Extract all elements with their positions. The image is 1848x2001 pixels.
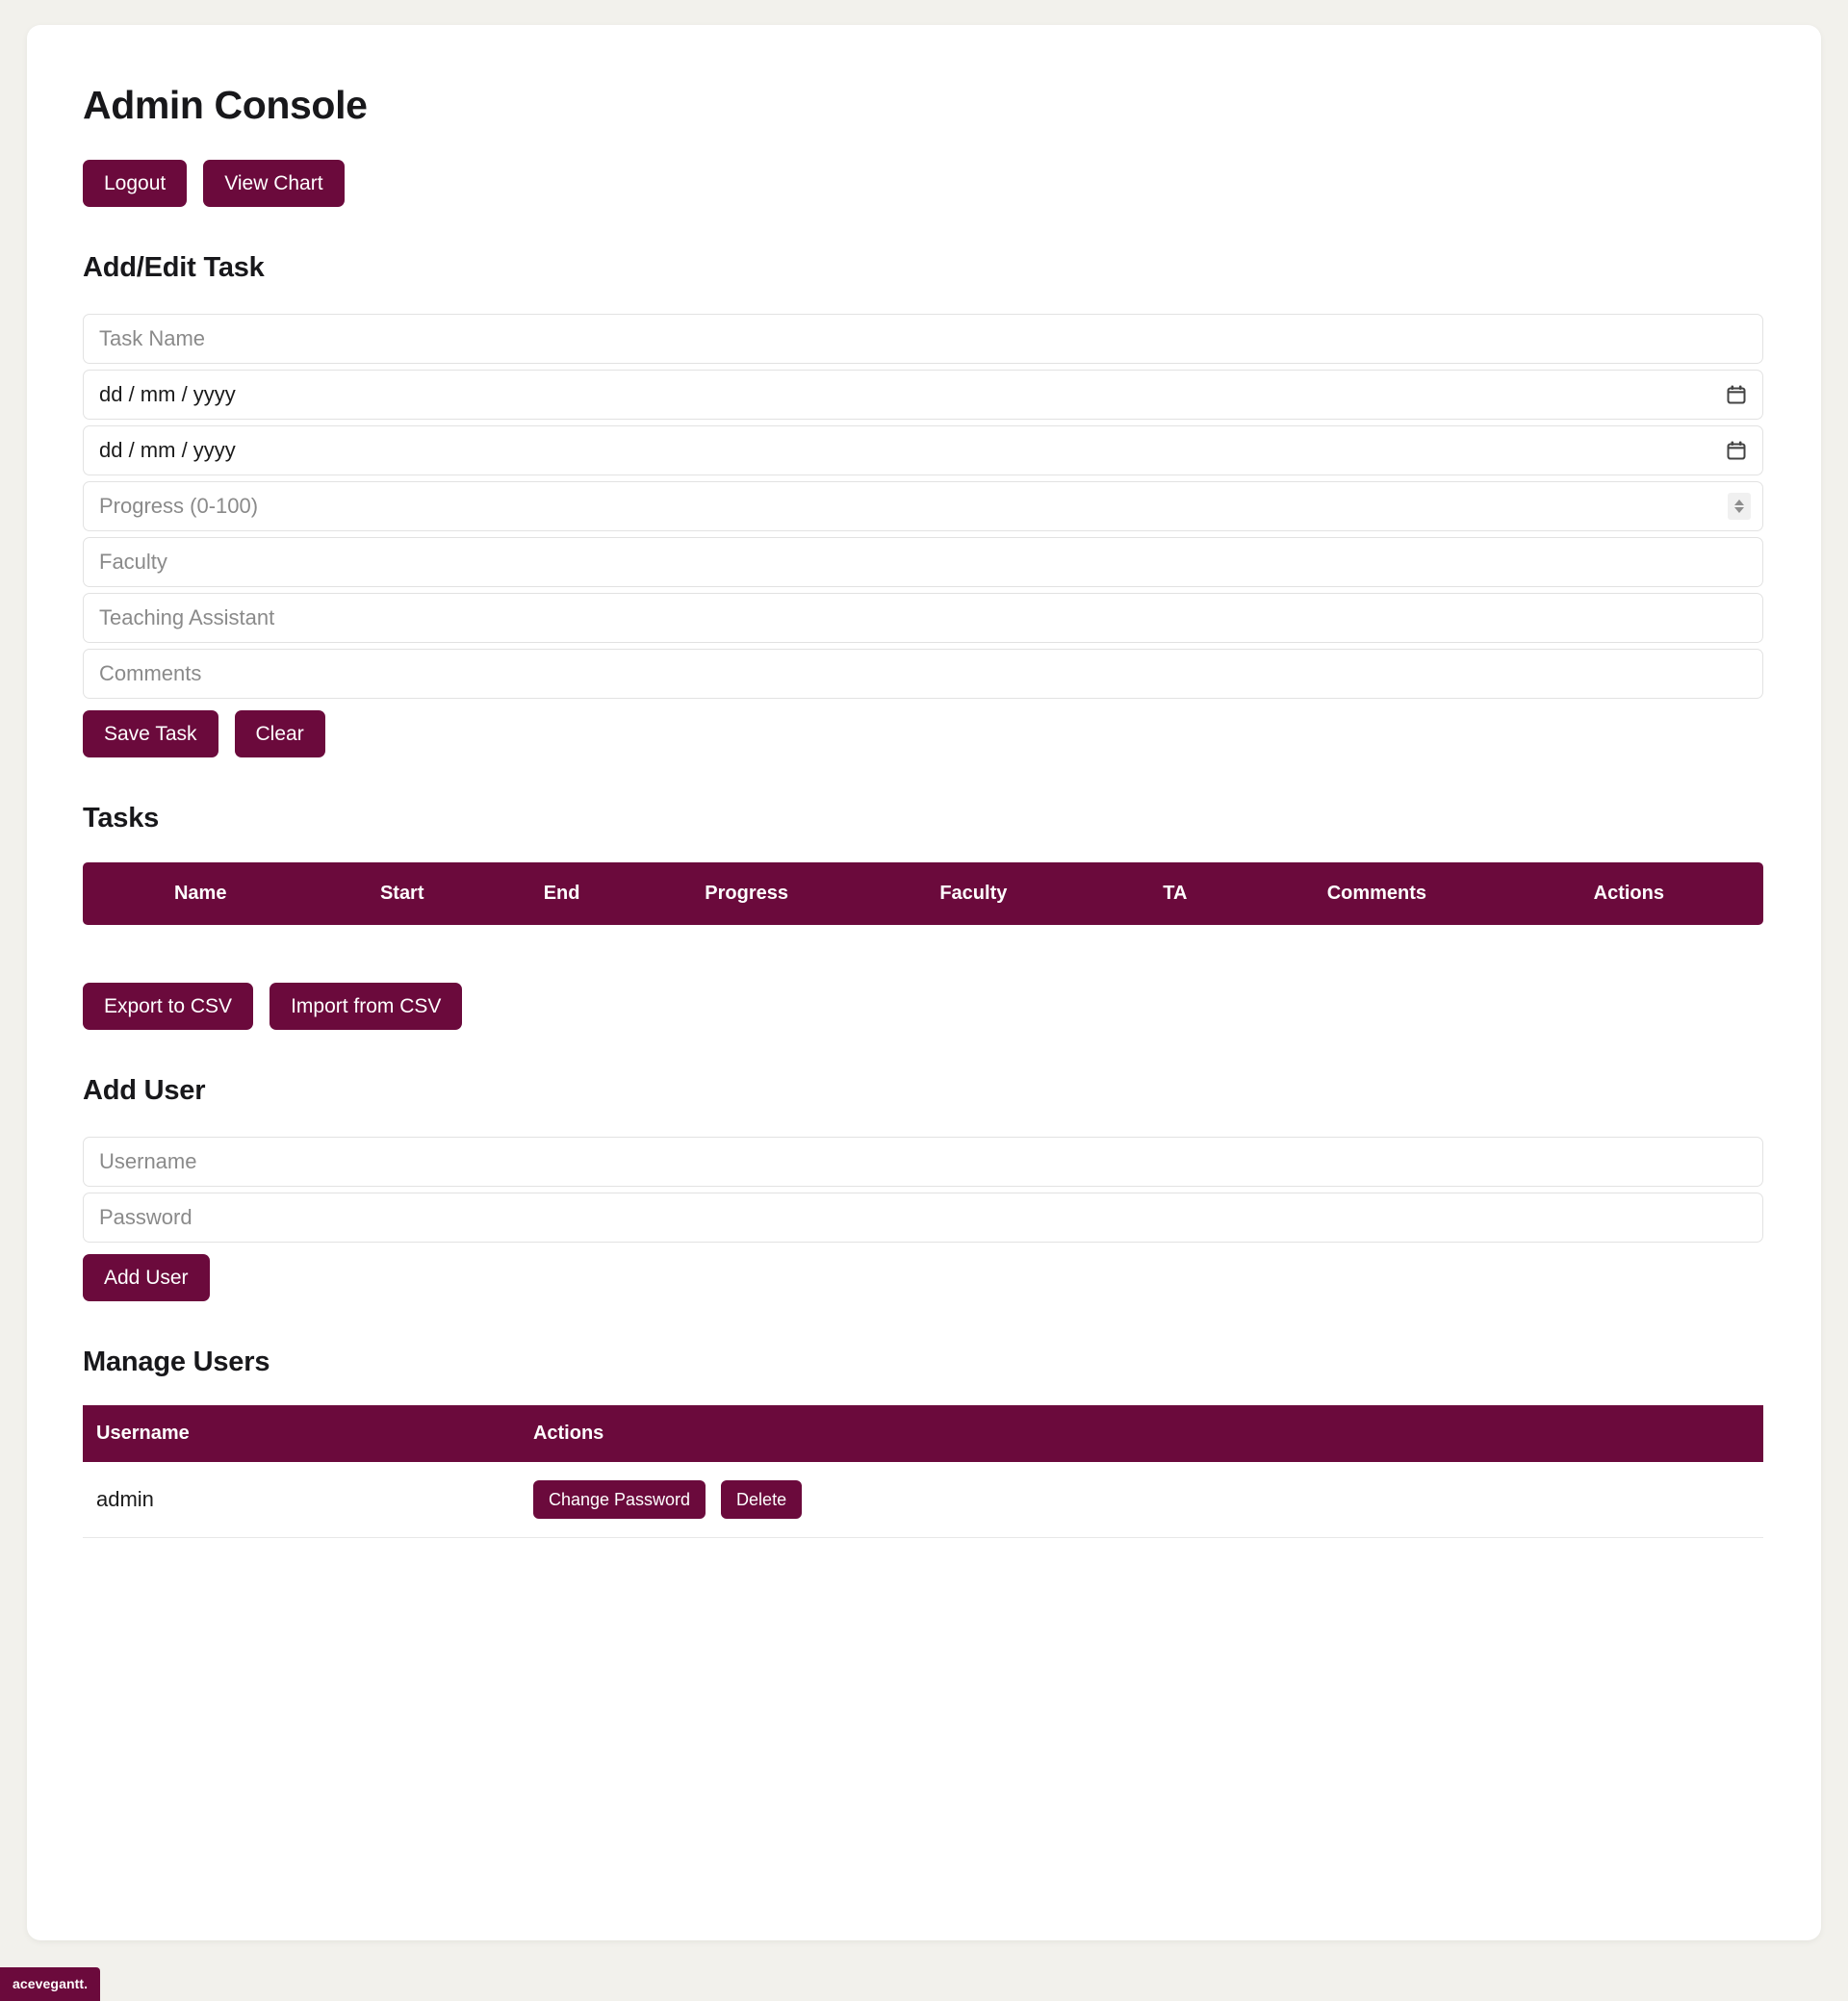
view-chart-button[interactable]: View Chart bbox=[203, 160, 345, 208]
admin-console-card: Admin Console Logout View Chart Add/Edit… bbox=[27, 25, 1821, 1940]
faculty-input[interactable] bbox=[83, 536, 1763, 587]
delete-user-button[interactable]: Delete bbox=[721, 1480, 803, 1520]
password-input[interactable] bbox=[83, 1192, 1763, 1243]
username-input[interactable] bbox=[83, 1136, 1763, 1187]
tasks-heading: Tasks bbox=[83, 802, 160, 834]
progress-input[interactable] bbox=[83, 480, 1763, 531]
logout-button[interactable]: Logout bbox=[83, 160, 188, 208]
add-user-button[interactable]: Add User bbox=[83, 1253, 210, 1301]
tasks-table-header-row: Name Start End Progress Faculty TA Comme… bbox=[83, 861, 1763, 925]
users-col-actions: Actions bbox=[519, 1405, 1763, 1463]
tasks-col-name: Name bbox=[83, 861, 319, 925]
end-date-field[interactable]: dd / mm / yyyy bbox=[83, 424, 1763, 475]
manage-users-table: Username Actions admin Change Password D… bbox=[83, 1405, 1763, 1539]
user-actions-cell: Change Password Delete bbox=[519, 1462, 1763, 1539]
add-user-heading: Add User bbox=[83, 1074, 206, 1106]
save-task-button[interactable]: Save Task bbox=[83, 709, 218, 757]
user-username-cell: admin bbox=[83, 1462, 520, 1539]
tasks-col-start: Start bbox=[318, 861, 487, 925]
users-table-header-row: Username Actions bbox=[83, 1405, 1763, 1463]
calendar-icon[interactable] bbox=[1726, 384, 1747, 405]
stepper-up-icon[interactable] bbox=[1734, 499, 1744, 505]
users-col-username: Username bbox=[83, 1405, 520, 1463]
progress-field[interactable] bbox=[83, 480, 1763, 531]
tasks-col-ta: TA bbox=[1091, 861, 1260, 925]
tasks-col-faculty: Faculty bbox=[856, 861, 1091, 925]
csv-action-bar: Export to CSV Import from CSV bbox=[83, 982, 1763, 1030]
stepper-down-icon[interactable] bbox=[1734, 506, 1744, 513]
manage-users-heading: Manage Users bbox=[83, 1346, 270, 1377]
number-stepper-icon[interactable] bbox=[1728, 492, 1751, 520]
users-table-body: admin Change Password Delete bbox=[83, 1462, 1763, 1539]
add-user-actions: Add User bbox=[83, 1253, 1763, 1301]
clear-button[interactable]: Clear bbox=[234, 709, 325, 757]
start-date-input[interactable] bbox=[83, 369, 1763, 420]
task-form: dd / mm / yyyy dd / mm / yyyy bbox=[83, 313, 1763, 757]
calendar-icon[interactable] bbox=[1726, 440, 1747, 461]
table-row: admin Change Password Delete bbox=[83, 1462, 1763, 1539]
tasks-col-end: End bbox=[486, 861, 638, 925]
tasks-col-actions: Actions bbox=[1494, 861, 1763, 925]
comments-input[interactable] bbox=[83, 648, 1763, 699]
teaching-assistant-input[interactable] bbox=[83, 592, 1763, 643]
brand-badge: acevegantt. bbox=[0, 1967, 101, 2001]
tasks-col-progress: Progress bbox=[637, 861, 857, 925]
add-edit-task-heading: Add/Edit Task bbox=[83, 252, 265, 284]
tasks-col-comments: Comments bbox=[1259, 861, 1495, 925]
tasks-table: Name Start End Progress Faculty TA Comme… bbox=[83, 861, 1763, 925]
end-date-input[interactable] bbox=[83, 424, 1763, 475]
task-form-actions: Save Task Clear bbox=[83, 709, 1763, 757]
import-csv-button[interactable]: Import from CSV bbox=[270, 982, 463, 1030]
task-name-input[interactable] bbox=[83, 313, 1763, 364]
page-title: Admin Console bbox=[83, 83, 368, 127]
add-user-form: Add User bbox=[83, 1136, 1763, 1301]
top-action-bar: Logout View Chart bbox=[83, 160, 1763, 208]
export-csv-button[interactable]: Export to CSV bbox=[83, 982, 254, 1030]
change-password-button[interactable]: Change Password bbox=[532, 1480, 706, 1520]
start-date-field[interactable]: dd / mm / yyyy bbox=[83, 369, 1763, 420]
